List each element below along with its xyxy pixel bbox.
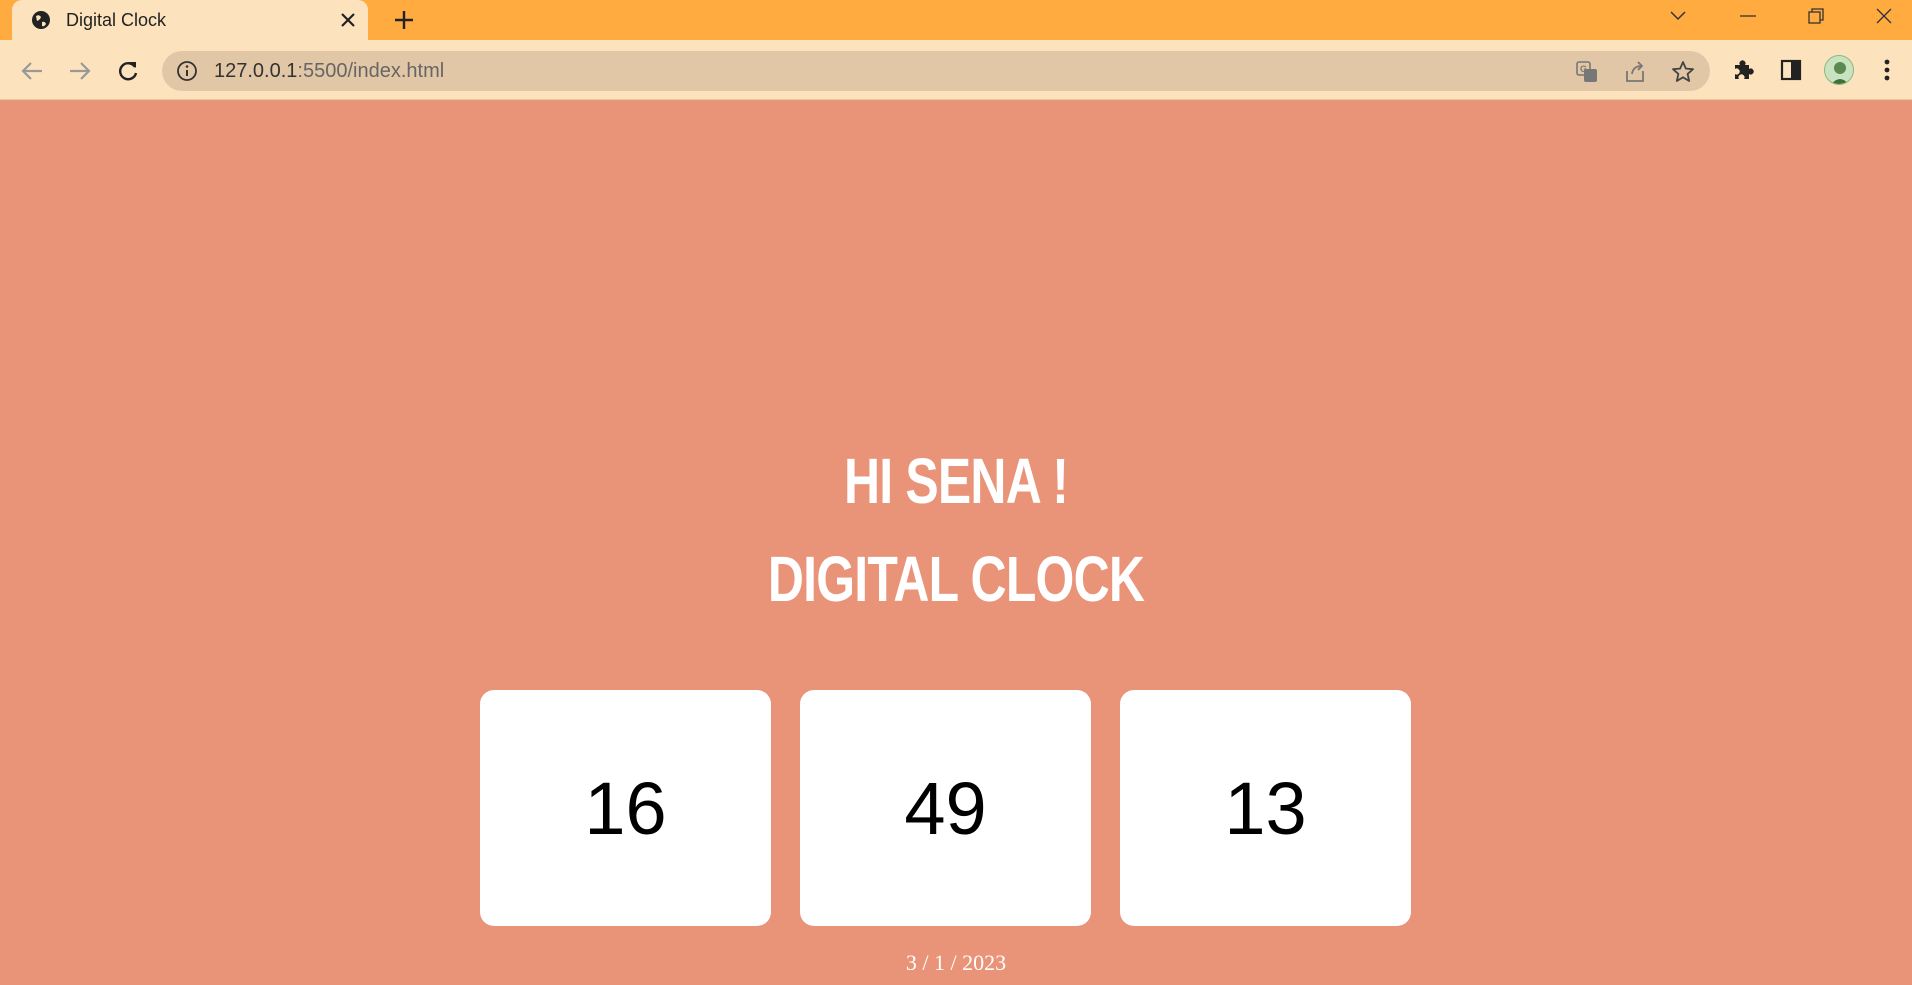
hours-box: 16 — [480, 690, 771, 926]
tab-search-chevron-icon[interactable] — [1648, 0, 1708, 32]
date-text: 3 / 1 / 2023 — [905, 950, 1007, 975]
tab-title: Digital Clock — [66, 9, 167, 30]
side-panel-icon[interactable] — [1774, 53, 1808, 87]
svg-text:G: G — [1580, 64, 1587, 74]
info-icon[interactable] — [176, 60, 198, 82]
address-bar[interactable]: 127.0.0.1:5500/index.html G — [162, 51, 1710, 91]
translate-icon[interactable]: G — [1574, 59, 1600, 85]
seconds-box: 13 — [1120, 690, 1411, 926]
url-text[interactable]: 127.0.0.1:5500/index.html — [214, 60, 444, 83]
minutes-box: 49 — [800, 690, 1091, 926]
browser-titlebar: Digital Clock — [0, 0, 1912, 40]
kebab-menu-icon[interactable] — [1870, 53, 1904, 87]
browser-toolbar: 127.0.0.1:5500/index.html G — [0, 40, 1912, 100]
restore-icon[interactable] — [1786, 0, 1846, 32]
back-arrow-icon[interactable] — [12, 51, 52, 91]
browser-tab[interactable]: Digital Clock — [12, 0, 368, 40]
profile-avatar[interactable] — [1824, 55, 1854, 85]
puzzle-icon[interactable] — [1726, 53, 1760, 87]
page-title: DIGITAL CLOCK — [767, 543, 1145, 615]
greeting-heading: HI SENA ! — [843, 445, 1069, 517]
star-icon[interactable] — [1670, 59, 1696, 85]
seconds-value: 13 — [1224, 766, 1307, 850]
globe-icon — [30, 9, 52, 31]
window-close-icon[interactable] — [1854, 0, 1912, 32]
url-host: 127.0.0.1 — [214, 60, 298, 82]
hours-value: 16 — [584, 766, 667, 850]
minimize-icon[interactable] — [1718, 0, 1778, 32]
reload-icon[interactable] — [108, 51, 148, 91]
close-icon[interactable] — [328, 0, 368, 40]
url-path: :5500/index.html — [297, 60, 445, 82]
share-icon[interactable] — [1622, 59, 1648, 85]
minutes-value: 49 — [904, 766, 987, 850]
forward-arrow-icon[interactable] — [60, 51, 100, 91]
plus-icon[interactable] — [386, 3, 422, 37]
